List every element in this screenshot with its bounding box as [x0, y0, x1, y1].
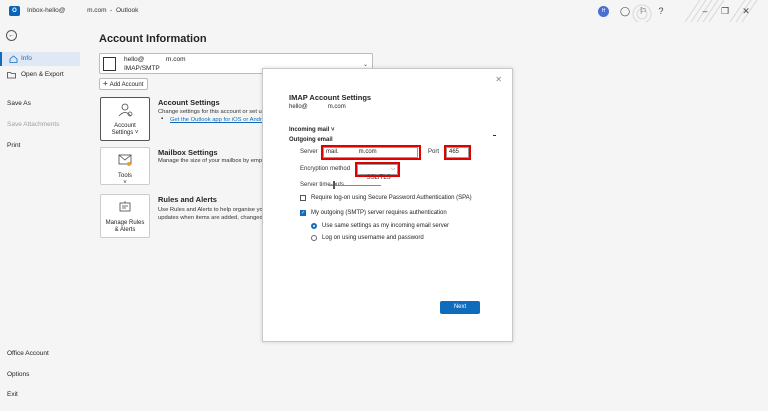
smtp-auth-label: My outgoing (SMTP) server requires authe…: [311, 210, 447, 216]
dialog-title: IMAP Account Settings: [289, 93, 372, 102]
bullet-icon: ▪: [161, 116, 164, 122]
backstage-sidebar: ← Info Open & Export Save As Save Attach…: [0, 22, 80, 411]
logon-label: Log on using username and password: [322, 235, 424, 241]
sidebar-item-print[interactable]: Print: [0, 139, 80, 153]
page-title: Account Information: [99, 33, 207, 45]
tools-icon: [118, 154, 132, 166]
sidebar-item-save-as[interactable]: Save As: [0, 97, 80, 111]
account-settings-button[interactable]: Account Settings ˅: [100, 97, 150, 141]
port-label: Port: [428, 149, 440, 155]
avatar[interactable]: H: [598, 6, 609, 17]
spa-checkbox[interactable]: [300, 195, 306, 201]
chevron-down-icon: ⌄: [363, 62, 369, 68]
outlook-app-link[interactable]: Get the Outlook app for iOS or Android: [170, 117, 265, 123]
account-settings-desc: Change settings for this account or set …: [158, 109, 265, 115]
divider: [493, 135, 496, 136]
add-account-label: Add Account: [109, 82, 144, 88]
account-email: hello@ m.com: [124, 56, 186, 63]
same-settings-radio[interactable]: [311, 223, 317, 229]
mailbox-settings-heading: Mailbox Settings: [158, 148, 218, 157]
imap-settings-dialog: ✕ IMAP Account Settings hello@ m.com Inc…: [262, 68, 513, 342]
manage-rules-tile-label: Manage Rules & Alerts: [105, 220, 145, 233]
plus-icon: +: [103, 79, 108, 88]
folder-icon: [7, 72, 16, 79]
minimize-icon[interactable]: –: [699, 5, 711, 17]
timeout-slider-track[interactable]: [329, 185, 381, 186]
server-highlight: [321, 145, 421, 160]
sidebar-item-label: Info: [21, 55, 32, 62]
chevron-down-icon: ˅: [123, 180, 127, 186]
sidebar-item-info[interactable]: Info: [0, 52, 80, 66]
back-arrow-icon[interactable]: ←: [6, 30, 17, 41]
encryption-label: Encryption method: [300, 166, 351, 172]
close-window-icon[interactable]: ✕: [740, 5, 752, 17]
sidebar-item-save-attachments: Save Attachments: [7, 121, 60, 128]
sidebar-item-exit[interactable]: Exit: [0, 388, 80, 402]
outgoing-email-heading: Outgoing email: [289, 137, 333, 143]
lightbulb-icon[interactable]: ◯: [619, 5, 631, 17]
sidebar-item-options[interactable]: Options: [0, 368, 80, 382]
timeout-slider-thumb[interactable]: [333, 181, 335, 189]
rules-alerts-desc-1: Use Rules and Alerts to help organise yo…: [158, 207, 268, 213]
next-button[interactable]: Next: [440, 301, 480, 314]
port-highlight: [444, 145, 471, 160]
manage-rules-button[interactable]: Manage Rules & Alerts: [100, 194, 150, 238]
title-bar: O Inbox-hello@ m.com - Outlook H ◯ ⚐ ? –…: [0, 0, 768, 22]
account-type: IMAP/SMTP: [124, 65, 160, 72]
sidebar-item-office-account[interactable]: Office Account: [0, 347, 80, 361]
mailbox-settings-desc: Manage the size of your mailbox by empty…: [158, 158, 268, 164]
smtp-auth-checkbox[interactable]: ✓: [300, 210, 306, 216]
help-icon[interactable]: ?: [655, 5, 667, 17]
server-label: Server: [300, 149, 318, 155]
rules-alerts-icon: [119, 201, 131, 212]
restore-icon[interactable]: ❐: [719, 5, 731, 17]
window-title: Inbox-hello@ m.com - Outlook: [27, 7, 139, 14]
sidebar-item-open-export[interactable]: Open & Export: [0, 68, 80, 82]
sidebar-item-label: Open & Export: [21, 71, 64, 78]
dialog-account-email: hello@ m.com: [289, 104, 346, 110]
account-settings-icon: [118, 103, 133, 117]
encryption-highlight: [355, 162, 400, 177]
add-account-button[interactable]: + Add Account: [99, 78, 149, 90]
tools-tile-label: Tools: [117, 173, 132, 179]
rules-alerts-desc-2: updates when items are added, changed: [158, 215, 263, 221]
spa-label: Require log-on using Secure Password Aut…: [311, 195, 472, 201]
outlook-logo-icon: O: [9, 6, 20, 16]
account-settings-tile-label: Account Settings ˅: [111, 123, 139, 136]
tools-button[interactable]: Tools ˅: [100, 147, 150, 186]
close-icon[interactable]: ✕: [495, 75, 502, 84]
mail-account-icon: [103, 57, 116, 71]
home-icon: [9, 55, 18, 63]
account-settings-heading: Account Settings: [158, 98, 220, 107]
rules-alerts-heading: Rules and Alerts: [158, 195, 217, 204]
logon-radio[interactable]: [311, 235, 317, 241]
same-settings-label: Use same settings as my incoming email s…: [322, 223, 450, 229]
feedback-icon[interactable]: ⚐: [637, 5, 649, 17]
incoming-mail-toggle[interactable]: Incoming mail ˅: [289, 127, 335, 133]
